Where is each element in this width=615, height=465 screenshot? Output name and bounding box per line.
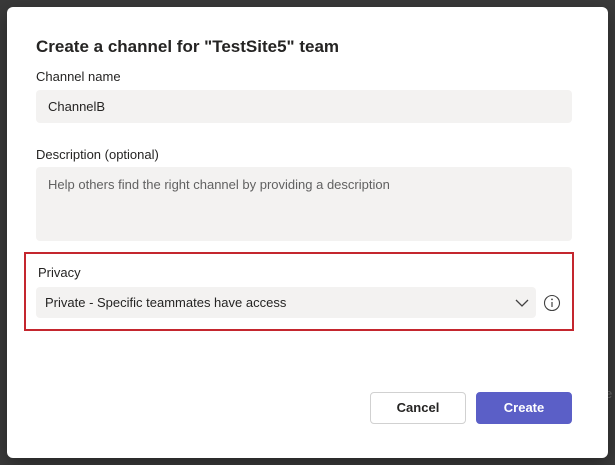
privacy-dropdown[interactable]: Private - Specific teammates have access bbox=[36, 287, 536, 318]
channel-name-input[interactable]: ChannelB bbox=[36, 90, 572, 123]
chevron-down-icon bbox=[515, 299, 529, 307]
privacy-selected-value: Private - Specific teammates have access bbox=[45, 295, 287, 310]
create-button[interactable]: Create bbox=[476, 392, 572, 424]
cancel-button[interactable]: Cancel bbox=[370, 392, 466, 424]
info-icon[interactable] bbox=[543, 294, 561, 312]
privacy-section-highlight: Privacy Private - Specific teammates hav… bbox=[24, 252, 574, 331]
channel-name-label: Channel name bbox=[36, 69, 121, 84]
create-channel-dialog: Create a channel for "TestSite5" team Ch… bbox=[7, 7, 608, 458]
description-textarea[interactable]: Help others find the right channel by pr… bbox=[36, 167, 572, 241]
description-label: Description (optional) bbox=[36, 147, 159, 162]
dialog-title: Create a channel for "TestSite5" team bbox=[36, 37, 340, 56]
privacy-label: Privacy bbox=[38, 265, 81, 280]
